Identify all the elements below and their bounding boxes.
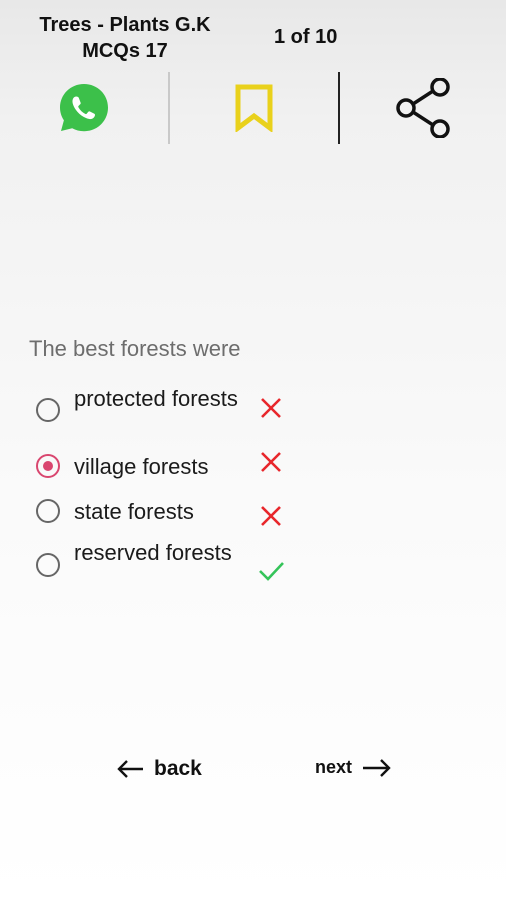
divider [168,72,170,144]
bookmark-button[interactable] [224,78,284,138]
whatsapp-icon [60,84,108,132]
wrong-mark-icon [261,506,281,526]
radio-button-selected[interactable] [36,454,60,478]
radio-button[interactable] [36,553,60,577]
wrong-mark-icon [261,452,281,472]
correct-check-icon [259,562,284,581]
bookmark-icon [235,84,273,132]
radio-button[interactable] [36,499,60,523]
share-button[interactable] [392,78,452,138]
arrow-left-icon [117,760,143,778]
radio-button[interactable] [36,398,60,422]
arrow-right-icon [363,758,391,777]
quiz-title: Trees - Plants G.K MCQs 17 [39,14,211,62]
option-label: protected forests [74,386,238,411]
back-button[interactable]: back [116,757,202,781]
share-icon [396,78,450,138]
answer-option[interactable]: state forests [36,497,316,529]
option-label: reserved forests [74,540,232,565]
wrong-mark-icon [261,398,281,418]
answer-option[interactable]: protected forests [36,384,316,444]
question-counter: 1 of 10 [274,26,338,48]
next-button[interactable]: next [315,757,392,778]
question-text: The best forests were [29,336,241,361]
answer-option[interactable]: reserved forests [36,538,316,598]
answer-option[interactable]: village forests [36,452,316,484]
next-label: next [315,757,353,777]
divider [338,72,340,144]
whatsapp-share-button[interactable] [54,78,114,138]
back-label: back [154,757,202,780]
